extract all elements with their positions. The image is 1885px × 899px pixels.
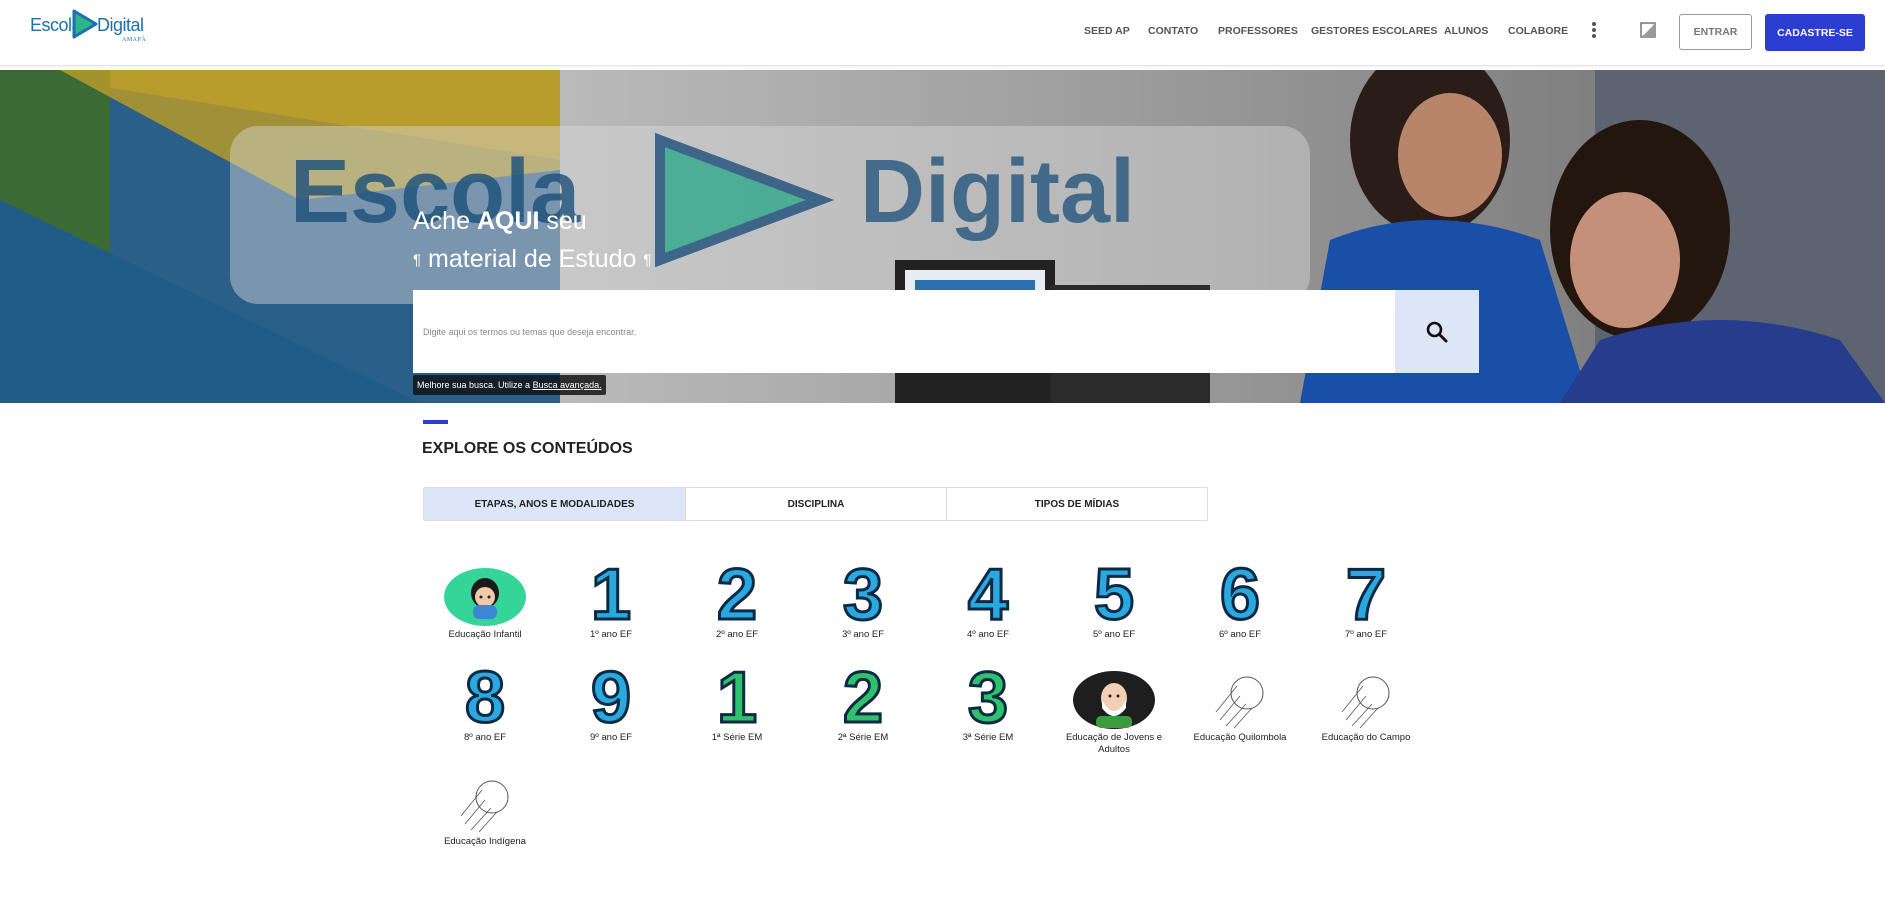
number-7-icon: 7 xyxy=(1344,555,1387,635)
bookmark-icon: ¶ xyxy=(413,251,422,269)
login-button[interactable]: ENTRAR xyxy=(1679,14,1752,50)
stage-label: Educação Indígena xyxy=(444,836,526,847)
nav-colabore[interactable]: COLABORE xyxy=(1508,25,1568,37)
stage-7-ano-ef[interactable]: 7 7º ano EF xyxy=(1316,555,1416,641)
stage-label: 1ª Série EM xyxy=(711,732,763,743)
stage-label: 4º ano EF xyxy=(966,629,1010,640)
stage-3-ano-ef[interactable]: 3 3º ano EF xyxy=(813,555,913,641)
bookmark-icon: ¶ xyxy=(643,251,652,269)
stage-8-ano-ef[interactable]: 8 8º ano EF xyxy=(435,658,535,744)
stage-quilombola[interactable]: Educação Quilombola xyxy=(1190,666,1290,744)
logo-word-digital: Digital xyxy=(97,15,144,35)
hero-line1-bold: AQUI xyxy=(476,207,540,235)
tab-tipos-midias[interactable]: TIPOS DE MÍDIAS xyxy=(947,488,1207,520)
number-9-icon: 9 xyxy=(589,658,632,738)
nav-gestores-escolares[interactable]: GESTORES ESCOLARES xyxy=(1311,25,1437,37)
hero-line1-pre: Ache xyxy=(413,207,477,235)
stage-label: Educação de Jovens e Adultos xyxy=(1065,732,1163,755)
number-4-icon: 4 xyxy=(966,555,1009,635)
contrast-icon[interactable] xyxy=(1640,22,1656,38)
number-6-icon: 6 xyxy=(1218,555,1261,635)
stage-4-ano-ef[interactable]: 4 4º ano EF xyxy=(938,555,1038,641)
hero-banner: Escola Digital Ache AQUI seu ¶ material … xyxy=(0,70,1885,403)
child-avatar-icon xyxy=(444,568,526,626)
stage-label: 2ª Série EM xyxy=(837,732,889,743)
search-input[interactable] xyxy=(413,290,1395,373)
stage-9-ano-ef[interactable]: 9 9º ano EF xyxy=(561,658,661,744)
stage-1-ano-ef[interactable]: 1 1º ano EF xyxy=(561,555,661,641)
stage-label: 9º ano EF xyxy=(589,732,633,743)
stage-label: Educação do Campo xyxy=(1321,732,1411,743)
number-2-icon: 2 xyxy=(715,555,758,635)
search-icon xyxy=(1426,321,1448,342)
stage-label: 1º ano EF xyxy=(589,629,633,640)
elder-avatar-icon xyxy=(1073,671,1155,729)
advanced-search-link[interactable]: Busca avançada. xyxy=(533,380,602,390)
stage-label: 7º ano EF xyxy=(1344,629,1388,640)
logo-subtitle: AMAPÁ xyxy=(122,37,147,43)
number-3-icon: 3 xyxy=(841,555,884,635)
nav-alunos[interactable]: ALUNOS xyxy=(1444,25,1488,37)
content-tabs: ETAPAS, ANOS E MODALIDADES DISCIPLINA TI… xyxy=(423,487,1208,521)
hero-line1-post: seu xyxy=(539,207,587,235)
tab-etapas[interactable]: ETAPAS, ANOS E MODALIDADES xyxy=(424,488,686,520)
stage-1-serie-em[interactable]: 1 1ª Série EM xyxy=(687,658,787,744)
nav-seed-ap[interactable]: SEED AP xyxy=(1084,25,1130,37)
nav-professores[interactable]: PROFESSORES xyxy=(1218,25,1298,37)
number-2-icon: 2 xyxy=(841,658,884,738)
stage-label: Educação Infantil xyxy=(448,629,522,640)
stage-indigena[interactable]: Educação Indígena xyxy=(435,770,535,848)
stage-campo[interactable]: Educação do Campo xyxy=(1316,666,1416,744)
logo-play-icon xyxy=(72,9,98,39)
search-box xyxy=(413,290,1479,373)
advanced-search-hint: Melhore sua busca. Utilize a Busca avanç… xyxy=(413,375,606,395)
stage-label: 5º ano EF xyxy=(1092,629,1136,640)
svg-text:Digital: Digital xyxy=(860,142,1135,242)
signup-button[interactable]: CADASTRE-SE xyxy=(1765,14,1865,51)
escola-digital-logo[interactable]: Escola Digital AMAPÁ xyxy=(30,8,150,43)
site-header: Escola Digital AMAPÁ SEED AP CONTATO PRO… xyxy=(0,0,1885,66)
number-1-icon: 1 xyxy=(589,555,632,635)
section-accent-bar xyxy=(423,420,448,424)
number-5-icon: 5 xyxy=(1092,555,1135,635)
stage-eja[interactable]: Educação de Jovens e Adultos xyxy=(1064,666,1164,756)
stage-educacao-infantil[interactable]: Educação Infantil xyxy=(435,563,535,641)
search-button[interactable] xyxy=(1395,290,1479,373)
number-8-icon: 8 xyxy=(463,658,506,738)
stage-label: 3ª Série EM xyxy=(962,732,1014,743)
stage-label: 3º ano EF xyxy=(841,629,885,640)
tab-disciplina[interactable]: DISCIPLINA xyxy=(686,488,947,520)
kebab-menu-icon[interactable] xyxy=(1590,21,1598,41)
stage-6-ano-ef[interactable]: 6 6º ano EF xyxy=(1190,555,1290,641)
advanced-search-text: Melhore sua busca. Utilize a xyxy=(417,380,533,390)
stage-2-ano-ef[interactable]: 2 2º ano EF xyxy=(687,555,787,641)
section-title: EXPLORE OS CONTEÚDOS xyxy=(422,440,633,457)
stage-label: 8º ano EF xyxy=(463,732,507,743)
hero-line2: material de Estudo xyxy=(428,245,637,273)
number-3-icon: 3 xyxy=(966,658,1009,738)
broken-image-icon xyxy=(1341,676,1390,729)
stage-3-serie-em[interactable]: 3 3ª Série EM xyxy=(938,658,1038,744)
stage-label: 2º ano EF xyxy=(715,629,759,640)
stage-2-serie-em[interactable]: 2 2ª Série EM xyxy=(813,658,913,744)
hero-headline: Ache AQUI seu ¶ material de Estudo ¶ xyxy=(413,202,651,279)
broken-image-icon xyxy=(460,780,509,833)
stage-5-ano-ef[interactable]: 5 5º ano EF xyxy=(1064,555,1164,641)
broken-image-icon xyxy=(1215,676,1264,729)
nav-contato[interactable]: CONTATO xyxy=(1148,25,1198,37)
stage-label: Educação Quilombola xyxy=(1193,732,1287,743)
stage-label: 6º ano EF xyxy=(1218,629,1262,640)
number-1-icon: 1 xyxy=(715,658,758,738)
